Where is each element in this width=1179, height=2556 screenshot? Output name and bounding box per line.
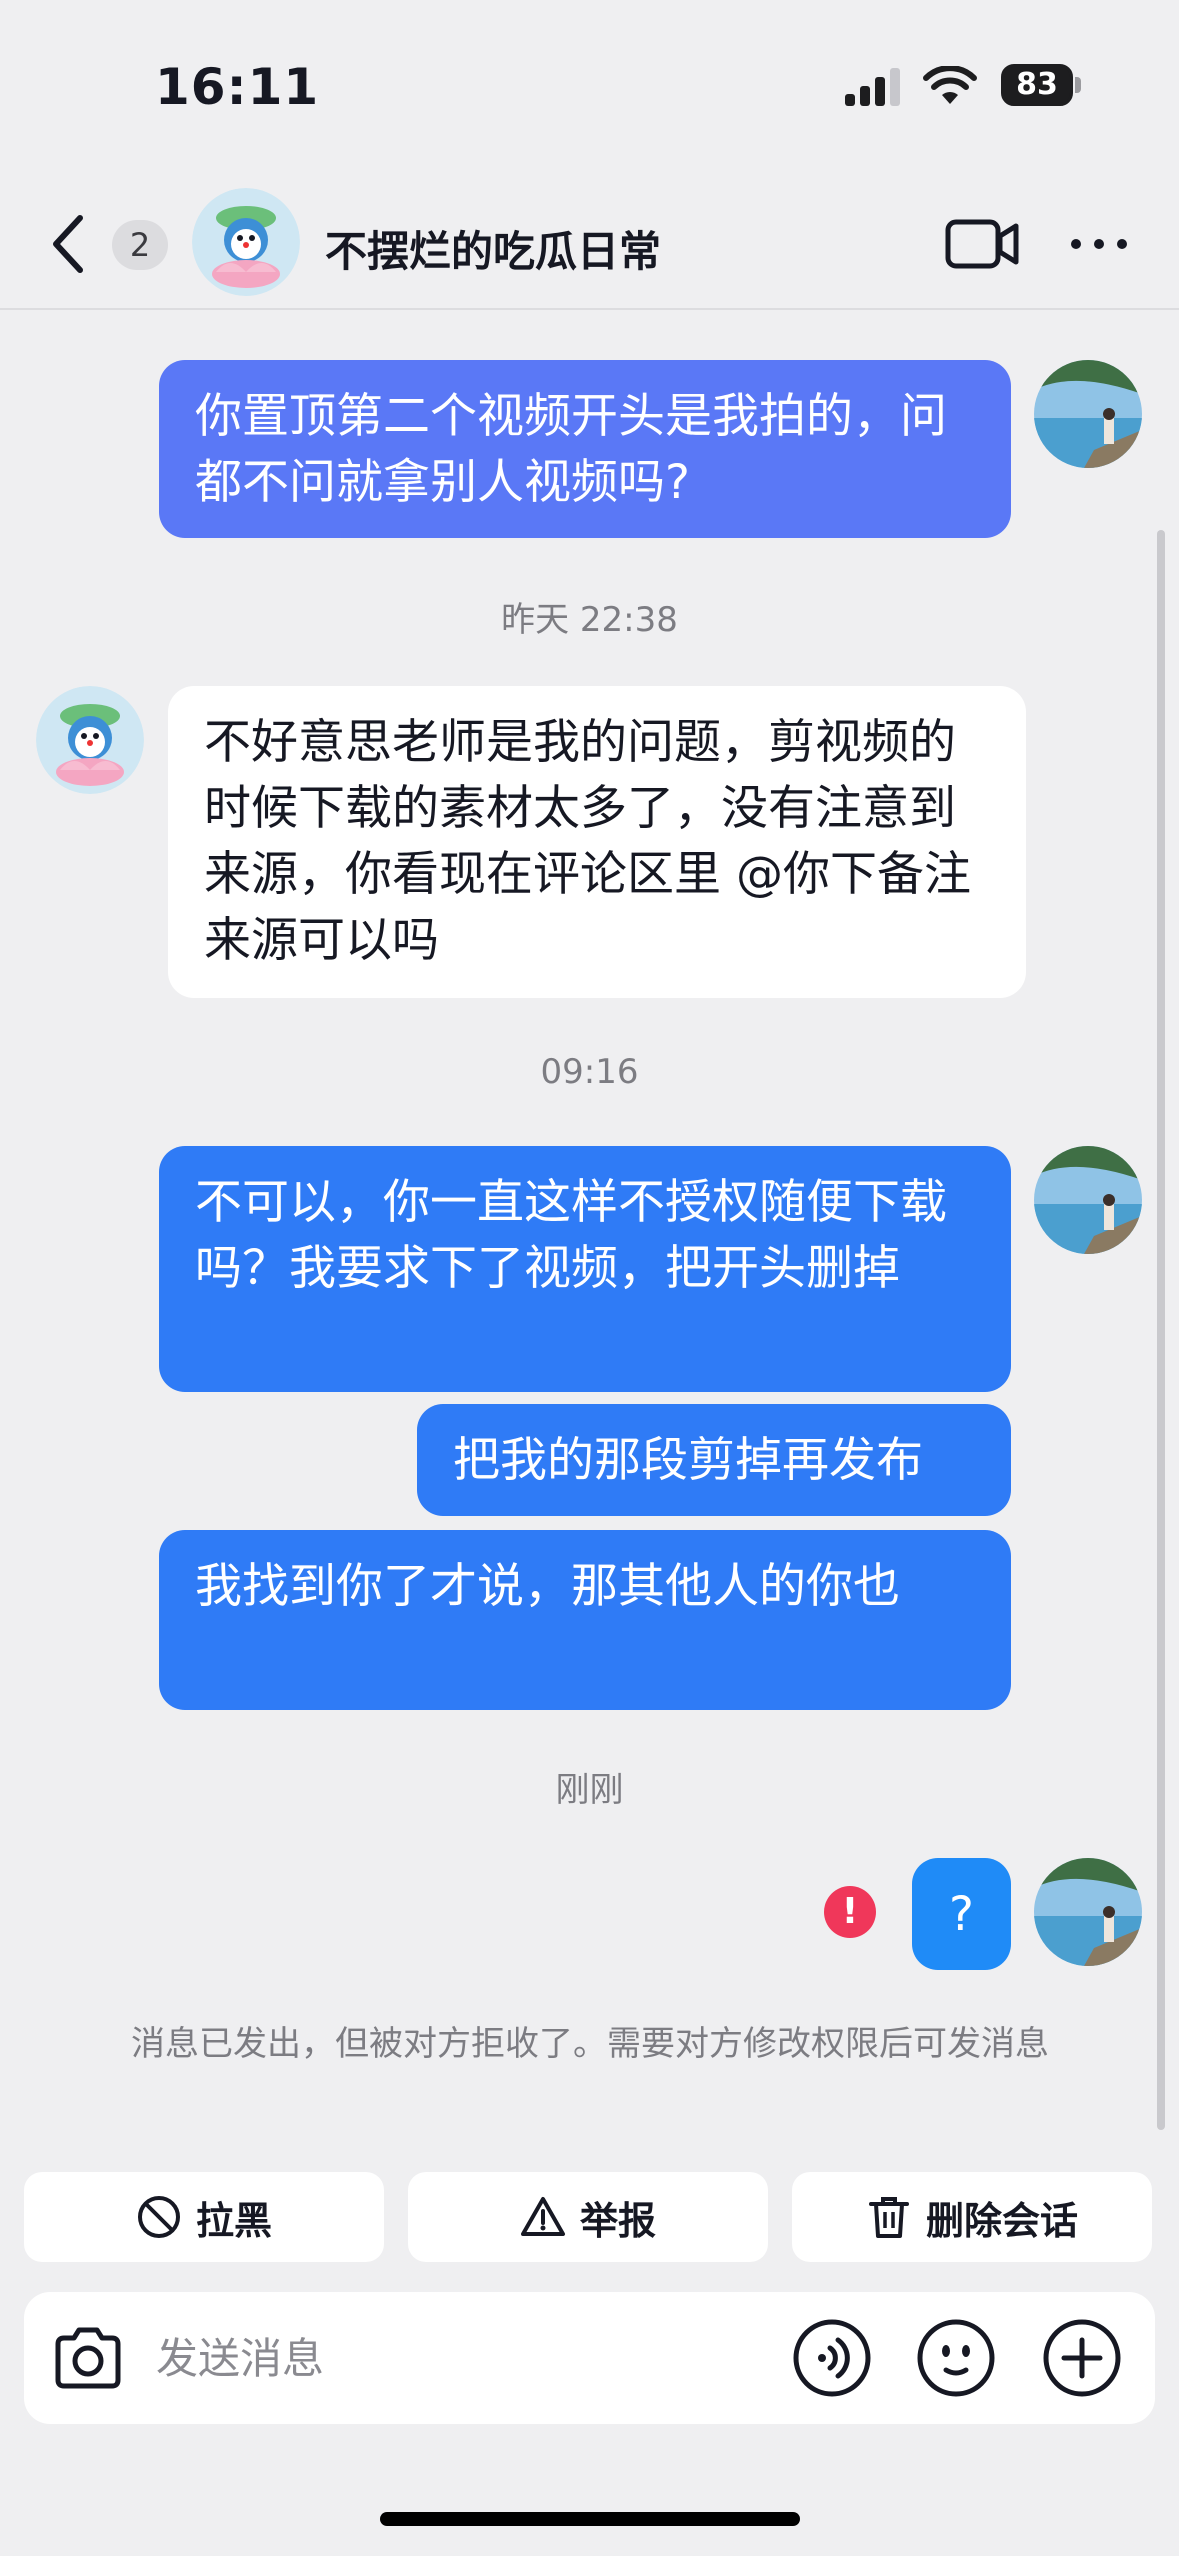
warning-icon bbox=[520, 2197, 565, 2236]
home-indicator[interactable] bbox=[380, 2512, 800, 2526]
status-bar: 16:11 83 bbox=[0, 0, 1179, 170]
voice-input-icon[interactable] bbox=[792, 2318, 872, 2398]
message-input[interactable] bbox=[156, 2322, 776, 2394]
chevron-left-icon[interactable] bbox=[40, 208, 100, 280]
message-bubble-sent[interactable]: 把我的那段剪掉再发布 bbox=[417, 1404, 1011, 1516]
trash-icon bbox=[868, 2197, 909, 2238]
message-bubble-sent[interactable]: 不可以，你一直这样不授权随便下载吗？我要求下了视频，把开头删掉 bbox=[159, 1146, 1011, 1392]
status-time: 16:11 bbox=[155, 58, 320, 116]
block-label: 拉黑 bbox=[195, 2198, 272, 2243]
message-bubble-sent[interactable]: 我找到你了才说，那其他人的你也 bbox=[159, 1530, 1011, 1710]
wifi-icon bbox=[923, 66, 977, 104]
cellular-signal-icon bbox=[845, 68, 900, 106]
report-button[interactable]: 举报 bbox=[408, 2172, 768, 2262]
block-icon bbox=[137, 2196, 180, 2238]
message-bubble-sent[interactable]: 你置顶第二个视频开头是我拍的，问都不问就拿别人视频吗? bbox=[159, 360, 1011, 538]
send-failed-icon[interactable]: ! bbox=[824, 1886, 876, 1938]
battery-icon: 83 bbox=[1001, 64, 1081, 106]
plus-icon[interactable] bbox=[1042, 2318, 1122, 2398]
message-rejected-notice: 消息已发出，但被对方拒收了。需要对方修改权限后可发消息 bbox=[131, 2024, 1049, 2064]
battery-level: 83 bbox=[1016, 67, 1058, 102]
my-avatar[interactable] bbox=[1034, 1858, 1142, 1966]
block-button[interactable]: 拉黑 bbox=[24, 2172, 384, 2262]
contact-message-avatar[interactable] bbox=[36, 686, 144, 794]
timestamp: 昨天 22:38 bbox=[501, 600, 678, 640]
delete-chat-label: 删除会话 bbox=[925, 2198, 1078, 2243]
my-avatar[interactable] bbox=[1034, 360, 1142, 468]
scrollbar[interactable] bbox=[1157, 530, 1165, 2130]
delete-chat-button[interactable]: 删除会话 bbox=[792, 2172, 1152, 2262]
more-icon[interactable] bbox=[1068, 216, 1130, 272]
chat-header: 2 不摆烂的吃瓜日常 bbox=[0, 180, 1179, 310]
message-bubble-received[interactable]: 不好意思老师是我的问题，剪视频的时候下载的素材太多了，没有注意到来源，你看现在评… bbox=[168, 686, 1026, 998]
message-input-bar bbox=[24, 2292, 1155, 2424]
video-call-icon[interactable] bbox=[944, 216, 1020, 272]
timestamp: 刚刚 bbox=[555, 1770, 624, 1810]
timestamp: 09:16 bbox=[540, 1052, 639, 1092]
chat-title[interactable]: 不摆烂的吃瓜日常 bbox=[325, 218, 661, 279]
contact-avatar[interactable] bbox=[192, 188, 300, 296]
report-label: 举报 bbox=[579, 2198, 656, 2243]
camera-icon[interactable] bbox=[50, 2320, 126, 2396]
unread-count-badge: 2 bbox=[112, 220, 168, 270]
message-bubble-sent-failed[interactable]: ? bbox=[912, 1858, 1011, 1970]
emoji-icon[interactable] bbox=[916, 2318, 996, 2398]
my-avatar[interactable] bbox=[1034, 1146, 1142, 1254]
